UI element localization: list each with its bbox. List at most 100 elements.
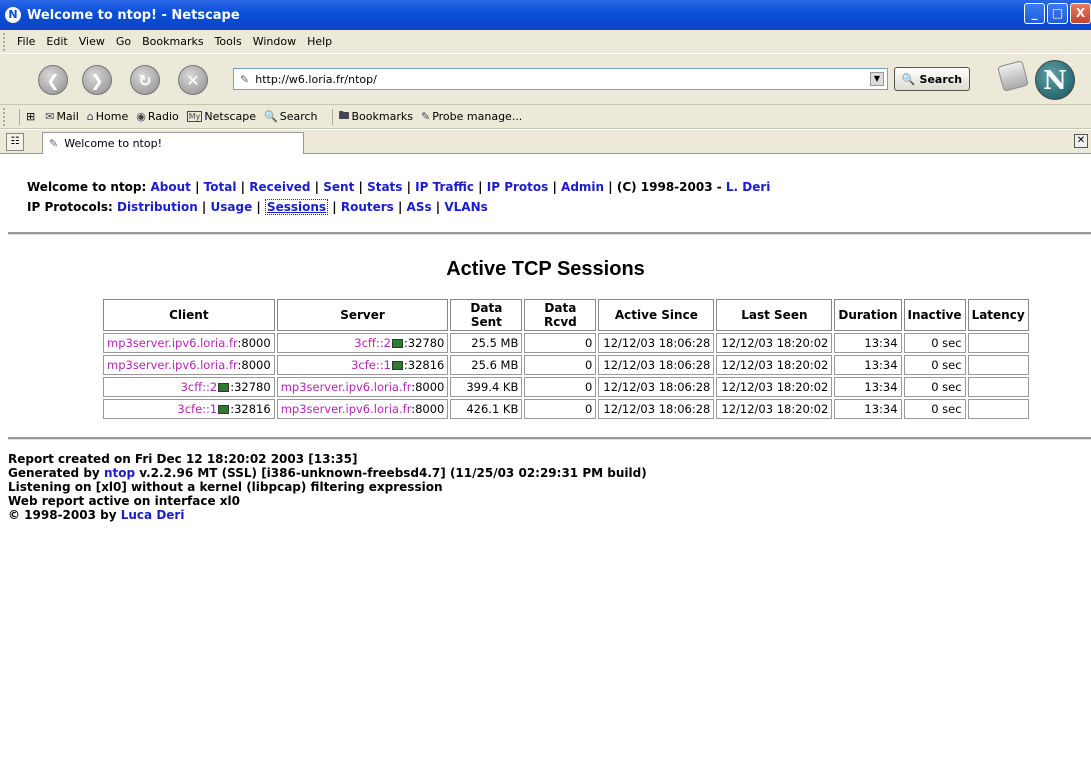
menu-help[interactable]: Help <box>307 35 332 48</box>
menu-view[interactable]: View <box>79 35 105 48</box>
client-cell: mp3server.ipv6.loria.fr:8000 <box>103 355 275 375</box>
nav-copyright: (C) 1998-2003 - <box>616 180 722 194</box>
footer-report-created: Report created on Fri Dec 12 18:20:02 20… <box>8 452 358 466</box>
new-tab-icon[interactable]: ☷ <box>6 133 24 151</box>
minimize-button[interactable]: _ <box>1024 3 1045 24</box>
network-card-icon <box>391 339 403 348</box>
server-port: :8000 <box>411 402 445 416</box>
search-button-label: Search <box>919 72 963 86</box>
toolbar-netscape-label: Netscape <box>204 110 257 123</box>
nav-link-admin[interactable]: Admin <box>561 180 604 194</box>
server-host-link[interactable]: mp3server.ipv6.loria.fr <box>281 402 412 416</box>
client-host-link[interactable]: mp3server.ipv6.loria.fr <box>107 358 238 372</box>
nav-link-ass[interactable]: ASs <box>407 200 432 214</box>
home-icon: ⌂ <box>86 110 94 123</box>
nav-link-sent[interactable]: Sent <box>323 180 354 194</box>
nav-link-author[interactable]: L. Deri <box>726 180 771 194</box>
client-host-link[interactable]: 3cff::2 <box>181 380 218 394</box>
stop-button[interactable]: ✕ <box>178 65 208 95</box>
nav-link-sessions[interactable]: Sessions <box>264 199 329 215</box>
personal-toolbar: ⊞ ✉ Mail ⌂ Home ◉ Radio My Netscape 🔍 Se… <box>0 105 1091 129</box>
client-port: :8000 <box>237 358 271 372</box>
toolbar-separator <box>19 108 20 125</box>
menu-file[interactable]: File <box>17 35 35 48</box>
toolbar-radio[interactable]: ◉ Radio <box>136 110 179 123</box>
col-data-rcvd: Data Rcvd <box>524 299 597 331</box>
maximize-button[interactable]: □ <box>1047 3 1068 24</box>
nav-link-total[interactable]: Total <box>204 180 237 194</box>
toolbar-home-label: Home <box>95 110 129 123</box>
nav-link-ip-traffic[interactable]: IP Traffic <box>415 180 474 194</box>
nav-link-vlans[interactable]: VLANs <box>444 200 487 214</box>
menu-tools[interactable]: Tools <box>215 35 242 48</box>
inactive-cell: 0 sec <box>903 377 966 397</box>
window-controls: _ □ X <box>1024 3 1091 24</box>
close-tab-icon[interactable]: ✕ <box>1074 134 1088 148</box>
toolbar-bookmarks[interactable]: 🖿 Bookmarks <box>339 107 413 126</box>
client-cell: 3cfe::1 :32816 <box>103 399 275 419</box>
nav-link-usage[interactable]: Usage <box>211 200 253 214</box>
table-row: 3cfe::1 :32816 mp3server.ipv6.loria.fr:800… <box>103 399 1029 419</box>
server-host-link[interactable]: mp3server.ipv6.loria.fr <box>281 380 412 394</box>
toolbar-grip[interactable] <box>3 107 11 126</box>
url-dropdown-icon[interactable]: ▼ <box>870 72 884 86</box>
toolbar-netscape[interactable]: My Netscape <box>186 110 257 123</box>
client-host-link[interactable]: mp3server.ipv6.loria.fr <box>107 336 238 350</box>
nav-main-prefix: Welcome to ntop: <box>27 180 147 194</box>
bookmarks-icon: 🖿 <box>338 109 350 122</box>
radio-icon: ◉ <box>136 110 146 123</box>
nav-line-ip-protocols: IP Protocols: Distribution | Usage | Ses… <box>27 199 488 215</box>
toolbar-mail[interactable]: ✉ Mail <box>45 110 79 123</box>
reload-button[interactable]: ↻ <box>130 65 160 95</box>
toolbar-search[interactable]: 🔍 Search <box>264 110 318 123</box>
url-text: http://w6.loria.fr/ntop/ <box>255 72 377 86</box>
toolbar-menu-icon[interactable]: ⊞ <box>26 110 35 123</box>
active-since-cell: 12/12/03 18:06:28 <box>598 399 715 419</box>
nav-link-distribution[interactable]: Distribution <box>117 200 198 214</box>
netscape-logo-icon[interactable]: N <box>1035 60 1075 100</box>
server-host-link[interactable]: 3cff::2 <box>354 336 391 350</box>
url-field[interactable]: ✎ http://w6.loria.fr/ntop/ ▼ <box>233 68 888 90</box>
menu-window[interactable]: Window <box>253 35 296 48</box>
client-cell: 3cff::2:32780 <box>103 377 275 397</box>
server-host-link[interactable]: 3cfe::1 <box>351 358 391 372</box>
menu-go[interactable]: Go <box>116 35 131 48</box>
menu-edit[interactable]: Edit <box>46 35 67 48</box>
latency-cell <box>967 399 1029 419</box>
page-icon: ✎ <box>240 72 250 86</box>
data-rcvd-cell: 0 <box>524 333 597 353</box>
menu-bookmarks[interactable]: Bookmarks <box>142 35 203 48</box>
back-button[interactable]: ❮ <box>38 65 68 95</box>
search-button[interactable]: 🔍 Search <box>894 67 970 91</box>
divider <box>8 232 1091 235</box>
nav-link-received[interactable]: Received <box>249 180 310 194</box>
search-icon: 🔍 <box>901 72 916 86</box>
data-rcvd-cell: 0 <box>524 399 597 419</box>
footer-author-link[interactable]: Luca Deri <box>121 508 185 522</box>
server-cell: mp3server.ipv6.loria.fr:8000 <box>276 377 449 397</box>
print-icon[interactable] <box>997 60 1029 92</box>
tab-welcome[interactable]: ✎ Welcome to ntop! <box>42 132 304 154</box>
toolbar-probe-manage[interactable]: ✎ Probe manage... <box>421 110 522 123</box>
close-button[interactable]: X <box>1070 3 1091 24</box>
table-row: mp3server.ipv6.loria.fr:8000 3cfe::1:3281… <box>103 355 1029 375</box>
server-port: :32780 <box>403 336 445 350</box>
mail-icon: ✉ <box>45 110 55 123</box>
forward-button[interactable]: ❯ <box>82 65 112 95</box>
col-data-sent: Data Sent <box>450 299 523 331</box>
nav-link-routers[interactable]: Routers <box>341 200 394 214</box>
nav-link-about[interactable]: About <box>151 180 191 194</box>
toolbar-grip[interactable] <box>3 32 11 51</box>
nav-link-stats[interactable]: Stats <box>367 180 402 194</box>
nav-line-main: Welcome to ntop: About | Total | Receive… <box>27 180 771 194</box>
col-last-seen: Last Seen <box>716 299 833 331</box>
toolbar-home[interactable]: ⌂ Home <box>87 110 128 123</box>
menubar: File Edit View Go Bookmarks Tools Window… <box>0 30 1091 53</box>
nav-link-ip-protos[interactable]: IP Protos <box>487 180 549 194</box>
client-host-link[interactable]: 3cfe::1 <box>177 402 217 416</box>
window-titlebar: N Welcome to ntop! - Netscape _ □ X <box>0 0 1091 30</box>
client-port: :32816 <box>230 402 271 416</box>
inactive-cell: 0 sec <box>903 399 966 419</box>
footer-ntop-link[interactable]: ntop <box>104 466 135 480</box>
active-since-cell: 12/12/03 18:06:28 <box>598 377 715 397</box>
